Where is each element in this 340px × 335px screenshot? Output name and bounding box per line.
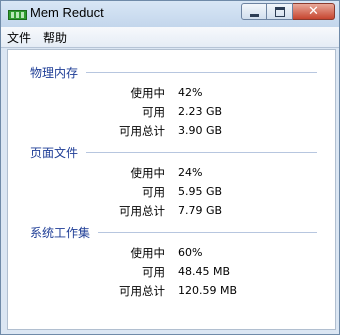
minimize-button[interactable] [241, 3, 267, 20]
row-value: 7.79 GB [178, 204, 223, 217]
menu-file[interactable]: 文件 [7, 29, 31, 46]
section-title-physical-memory: 物理内存 [30, 66, 79, 80]
menu-bar: 文件 帮助 [1, 27, 339, 48]
row-label: 使用中 [130, 246, 166, 260]
row-label: 可用 [142, 265, 165, 279]
row-label: 可用总计 [119, 204, 165, 218]
section-title-page-file: 页面文件 [30, 146, 79, 160]
row-value: 48.45 MB [178, 265, 231, 278]
minimize-icon [249, 13, 259, 17]
maximize-icon [274, 6, 285, 17]
row-value: 42% [178, 86, 203, 99]
row-label: 可用总计 [119, 124, 165, 138]
main-window: Mem Reduct ✕ 文件 帮助 物理内存 使用中 42% 可用 2.23 … [0, 0, 340, 335]
title-bar[interactable]: Mem Reduct ✕ [1, 1, 339, 27]
row-label: 可用 [142, 185, 165, 199]
row-value: 2.23 GB [178, 105, 223, 118]
close-button[interactable]: ✕ [293, 3, 335, 20]
row-value: 24% [178, 166, 203, 179]
section-divider [86, 152, 317, 153]
row-label: 可用 [142, 105, 165, 119]
app-icon[interactable] [8, 10, 27, 20]
memory-panel: 物理内存 使用中 42% 可用 2.23 GB 可用总计 3.90 GB 页面文… [7, 49, 336, 330]
row-value: 120.59 MB [178, 284, 238, 297]
maximize-button[interactable] [267, 3, 293, 20]
menu-help[interactable]: 帮助 [43, 29, 67, 46]
row-value: 3.90 GB [178, 124, 223, 137]
row-value: 5.95 GB [178, 185, 223, 198]
section-divider [98, 232, 317, 233]
row-label: 使用中 [130, 166, 166, 180]
close-icon: ✕ [308, 4, 319, 19]
row-label: 可用总计 [119, 284, 165, 298]
section-title-system-working-set: 系统工作集 [30, 226, 91, 240]
section-divider [86, 72, 317, 73]
row-label: 使用中 [130, 86, 166, 100]
row-value: 60% [178, 246, 203, 259]
window-controls: ✕ [241, 3, 335, 21]
window-title: Mem Reduct [30, 5, 104, 20]
